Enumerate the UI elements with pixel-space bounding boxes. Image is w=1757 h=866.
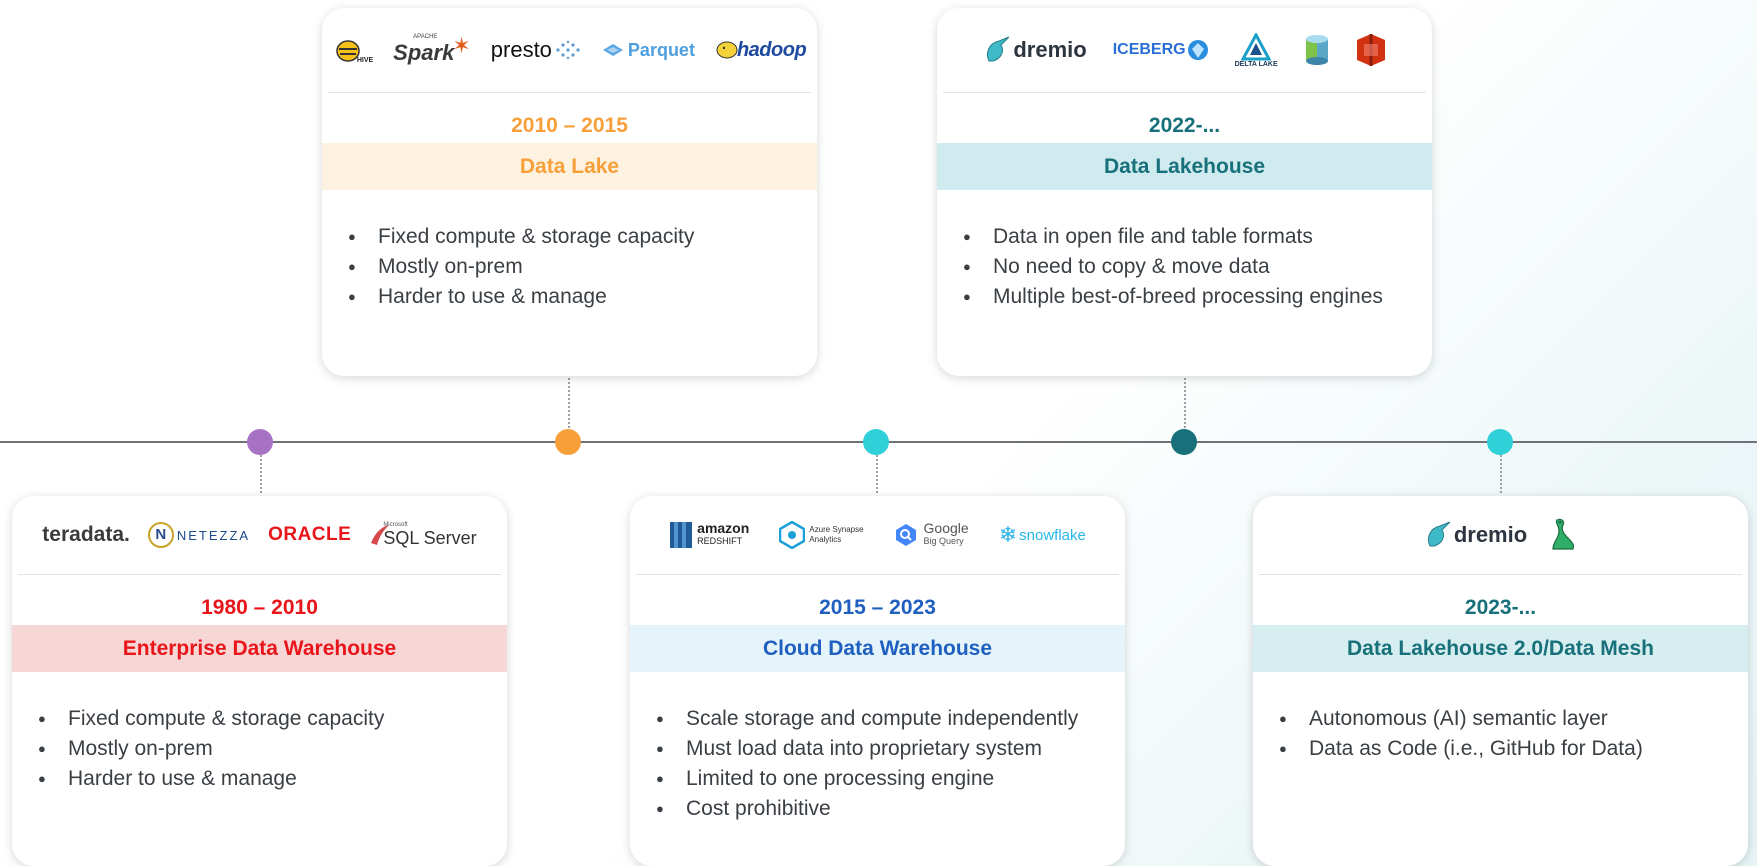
connector-edw [260, 455, 262, 493]
azure-synapse-logo: Azure Synapse Analytics [779, 521, 864, 549]
period-label: 2010 – 2015 [511, 114, 628, 137]
logo-row: HIVE APACHE Spark ✶ presto Parquet hadoo… [322, 8, 817, 92]
list-item: Must load data into proprietary system [656, 734, 1095, 764]
period-label: 2015 – 2023 [819, 596, 936, 619]
list-item: Mostly on-prem [348, 252, 787, 282]
logo-row: dremio [1253, 496, 1748, 574]
snowflake-icon: ❄ [998, 522, 1018, 547]
parquet-logo: Parquet [601, 40, 695, 61]
era-title: Data Lake [322, 143, 817, 190]
logo-row: dremio ICEBERG DELTA LAKE [937, 8, 1432, 92]
card-divider [18, 574, 501, 575]
oracle-logo: ORACLE [268, 524, 352, 545]
list-item: Autonomous (AI) semantic layer [1279, 704, 1718, 734]
aws-s3-logo [1356, 33, 1386, 67]
logo-row: teradata. N NETEZZA ORACLE Microsoft SQL… [12, 496, 507, 574]
dots-icon [556, 40, 580, 60]
list-item: Harder to use & manage [348, 282, 787, 312]
storage-bucket-logo [1304, 34, 1330, 66]
nessie-dinosaur-icon [1552, 518, 1575, 550]
bullet-list: Data in open file and table formats No n… [937, 222, 1432, 312]
list-item: No need to copy & move data [963, 252, 1402, 282]
cylinder-icon [1305, 35, 1328, 65]
hadoop-logo: hadoop [715, 39, 807, 62]
bullet-list: Fixed compute & storage capacity Mostly … [322, 222, 817, 312]
list-item: Multiple best-of-breed processing engine… [963, 282, 1402, 312]
list-item: Scale storage and compute independently [656, 704, 1095, 734]
iceberg-icon [1187, 40, 1208, 60]
s3-icon [1356, 34, 1385, 66]
connector-cdw [876, 455, 878, 493]
bigquery-icon [895, 524, 916, 546]
bullet-list: Fixed compute & storage capacity Mostly … [12, 704, 507, 794]
period-label: 1980 – 2010 [201, 596, 318, 619]
card-divider [328, 92, 811, 93]
parquet-icon [602, 44, 623, 56]
list-item: Harder to use & manage [38, 764, 477, 794]
logo-row: amazon REDSHIFT Azure Synapse Analytics … [630, 496, 1125, 574]
era-title: Enterprise Data Warehouse [12, 625, 507, 672]
list-item: Cost prohibitive [656, 794, 1095, 824]
card-enterprise-data-warehouse: teradata. N NETEZZA ORACLE Microsoft SQL… [12, 496, 507, 866]
elephant-icon [716, 41, 738, 59]
timeline-dot-edw [247, 429, 273, 455]
iceberg-logo: ICEBERG [1113, 39, 1209, 61]
dremio-logo: dremio [983, 35, 1087, 65]
netezza-logo: N NETEZZA [147, 522, 250, 548]
bullet-list: Scale storage and compute independently … [630, 704, 1125, 824]
connector-lake [568, 378, 570, 428]
narwhal-icon [1427, 521, 1451, 547]
bullet-list: Autonomous (AI) semantic layer Data as C… [1253, 704, 1748, 764]
era-title: Cloud Data Warehouse [630, 625, 1125, 672]
star-icon: ✶ [452, 33, 471, 58]
timeline-dot-lakehouse [1171, 429, 1197, 455]
dremio-logo: dremio [1424, 520, 1527, 550]
list-item: Data in open file and table formats [963, 222, 1402, 252]
period-label: 2023-... [1464, 596, 1537, 619]
connector-lakehouse2 [1500, 455, 1502, 493]
delta-lake-logo: DELTA LAKE [1235, 32, 1278, 68]
period-label: 2022-... [1148, 114, 1221, 137]
list-item: Data as Code (i.e., GitHub for Data) [1279, 734, 1718, 764]
timeline-dot-lakehouse2 [1487, 429, 1513, 455]
list-item: Mostly on-prem [38, 734, 477, 764]
list-item: Fixed compute & storage capacity [38, 704, 477, 734]
era-title: Data Lakehouse 2.0/Data Mesh [1253, 625, 1748, 672]
card-data-lakehouse-2: dremio 2023-... Data Lakehouse 2.0/Data … [1253, 496, 1748, 866]
sql-server-logo: Microsoft SQL Server [369, 522, 477, 549]
google-bigquery-logo: Google Big Query [894, 521, 969, 548]
synapse-icon [779, 521, 806, 549]
connector-lakehouse [1184, 378, 1186, 428]
card-data-lake: HIVE APACHE Spark ✶ presto Parquet hadoo… [322, 8, 817, 376]
snowflake-logo: ❄ snowflake [998, 522, 1086, 547]
card-data-lakehouse: dremio ICEBERG DELTA LAKE 2022-... Data … [937, 8, 1432, 376]
redshift-icon [670, 522, 693, 548]
amazon-redshift-logo: amazon REDSHIFT [669, 520, 749, 550]
era-title: Data Lakehouse [937, 143, 1432, 190]
delta-icon [1241, 32, 1272, 60]
narwhal-icon [987, 36, 1010, 62]
list-item: Fixed compute & storage capacity [348, 222, 787, 252]
list-item: Limited to one processing engine [656, 764, 1095, 794]
card-divider [943, 92, 1426, 93]
netezza-n-icon: N [147, 522, 174, 548]
nessie-logo [1545, 517, 1577, 553]
presto-logo: presto [491, 37, 581, 63]
card-divider [636, 574, 1119, 575]
hive-logo: HIVE [333, 35, 373, 65]
timeline-dot-lake [555, 429, 581, 455]
spark-logo: APACHE Spark ✶ [393, 33, 471, 65]
card-cloud-data-warehouse: amazon REDSHIFT Azure Synapse Analytics … [630, 496, 1125, 866]
teradata-logo: teradata. [42, 523, 130, 546]
card-divider [1259, 574, 1742, 575]
timeline-dot-cdw [863, 429, 889, 455]
